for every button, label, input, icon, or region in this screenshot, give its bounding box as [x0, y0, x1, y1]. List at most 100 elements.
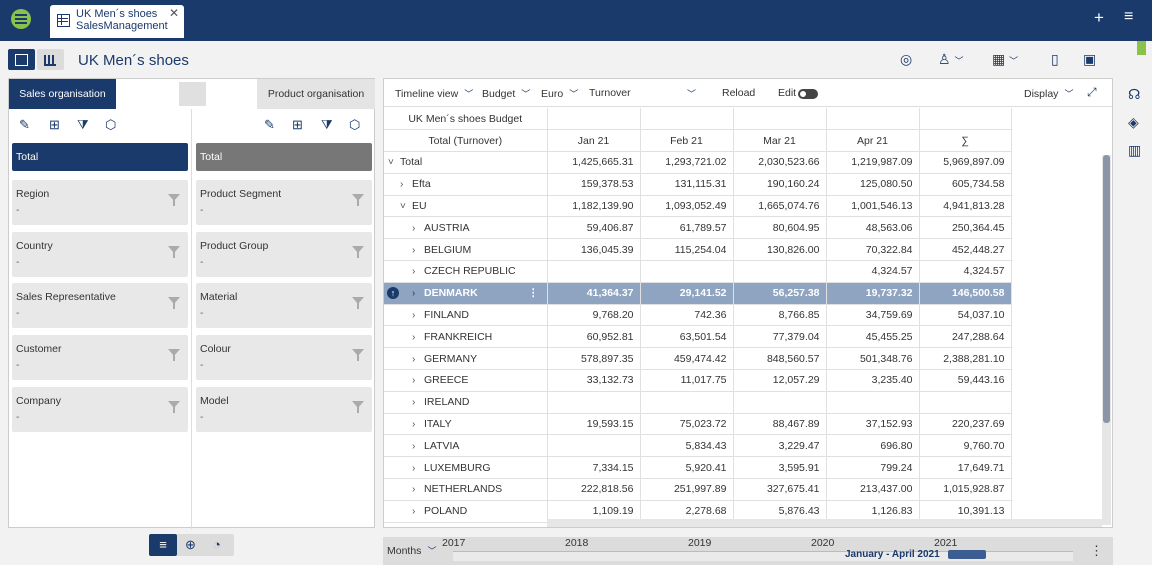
expand-chevron-icon[interactable]: › — [412, 245, 424, 256]
table-cell[interactable]: 70,322.84 — [826, 238, 920, 262]
row-label[interactable]: › FINLAND — [384, 304, 548, 327]
table-cell[interactable]: 54,037.10 — [919, 304, 1012, 327]
timeline-year-label[interactable]: 2018 — [565, 537, 588, 549]
table-cell[interactable]: 159,378.53 — [547, 173, 641, 196]
dimension-filter-box[interactable]: Region - — [12, 180, 188, 225]
grid-icon[interactable] — [179, 82, 206, 106]
document-tab[interactable]: UK Men´s shoes SalesManagement ✕ — [50, 5, 184, 38]
table-cell[interactable] — [733, 260, 827, 283]
table-cell[interactable]: 125,080.50 — [826, 173, 920, 196]
vertical-scrollbar[interactable] — [1102, 155, 1111, 525]
expand-chevron-icon[interactable]: ˅ — [400, 201, 412, 212]
expand-chevron-icon[interactable]: › — [412, 397, 424, 408]
list-view-button[interactable]: ≡ — [149, 534, 177, 556]
table-cell[interactable]: 59,406.87 — [547, 216, 641, 240]
table-cell[interactable]: 3,595.91 — [733, 456, 827, 480]
cube-icon[interactable]: ⬡ — [349, 117, 360, 133]
column-header[interactable]: Mar 21 — [733, 129, 827, 153]
expand-chevron-icon[interactable]: ˅ — [388, 157, 400, 168]
horizontal-scrollbar[interactable] — [547, 519, 1102, 527]
fullscreen-icon[interactable]: ⤢ — [1087, 85, 1097, 100]
measure-dropdown[interactable]: Turnover ﹀ — [589, 87, 696, 99]
table-view-button[interactable] — [8, 49, 35, 70]
table-row[interactable]: ˅ Total 1,425,665.31 1,293,721.02 2,030,523.… — [384, 151, 1012, 174]
dimension-filter-box[interactable]: Model - — [196, 386, 372, 432]
table-cell[interactable]: 131,115.31 — [640, 173, 734, 196]
table-cell[interactable]: 60,952.81 — [547, 325, 641, 349]
chart-view-icon[interactable]: ◔ — [213, 537, 221, 552]
table-cell[interactable]: 75,023.72 — [640, 413, 734, 436]
filter-icon[interactable]: ⧩ — [77, 117, 89, 133]
table-cell[interactable]: 1,182,139.90 — [547, 195, 641, 218]
filter-icon[interactable] — [168, 349, 180, 362]
table-cell[interactable]: 247,288.64 — [919, 325, 1012, 349]
table-cell[interactable]: 251,997.89 — [640, 478, 734, 501]
table-cell[interactable]: 501,348.76 — [826, 347, 920, 371]
expand-chevron-icon[interactable]: › — [400, 179, 412, 190]
table-row[interactable]: › FINLAND 9,768.20 742.36 8,766.85 34,759.69 5… — [384, 304, 1012, 327]
table-cell[interactable] — [640, 260, 734, 283]
filter-icon[interactable] — [168, 245, 180, 258]
user-icon[interactable]: ♙ ﹀ — [938, 51, 963, 68]
row-label[interactable]: › FRANKREICH — [384, 325, 548, 349]
table-row[interactable]: › BELGIUM 136,045.39 115,254.04 130,826.00 70… — [384, 238, 1012, 262]
row-label[interactable]: ↑ › DENMARK ⋮ — [384, 282, 548, 305]
table-cell[interactable]: 130,826.00 — [733, 238, 827, 262]
table-cell[interactable]: 220,237.69 — [919, 413, 1012, 436]
table-cell[interactable]: 56,257.38 — [733, 282, 827, 305]
layers-icon[interactable]: ◈ — [1128, 114, 1139, 131]
table-cell[interactable]: 48,563.06 — [826, 216, 920, 240]
expand-chevron-icon[interactable]: › — [412, 506, 424, 517]
chart-view-button[interactable] — [37, 49, 64, 70]
hierarchy-icon[interactable]: ⊞ — [49, 117, 60, 133]
table-cell[interactable] — [547, 434, 641, 458]
table-cell[interactable]: 1,425,665.31 — [547, 151, 641, 174]
bookmark-icon[interactable] — [1137, 41, 1146, 55]
table-row[interactable]: › FRANKREICH 60,952.81 63,501.54 77,379.04 45… — [384, 325, 1012, 349]
table-row[interactable]: › GERMANY 578,897.35 459,474.42 848,560.57 50… — [384, 347, 1012, 371]
expand-chevron-icon[interactable]: › — [412, 223, 424, 234]
expand-chevron-icon[interactable]: › — [412, 266, 424, 277]
table-cell[interactable]: 4,324.57 — [826, 260, 920, 283]
dimension-filter-box[interactable]: Country - — [12, 231, 188, 277]
column-header[interactable]: Apr 21 — [826, 129, 920, 153]
column-header[interactable]: Feb 21 — [640, 129, 734, 153]
expand-chevron-icon[interactable]: › — [412, 484, 424, 495]
table-cell[interactable]: 12,057.29 — [733, 369, 827, 392]
table-cell[interactable] — [919, 391, 1012, 414]
table-cell[interactable]: 696.80 — [826, 434, 920, 458]
row-label[interactable]: › NETHERLANDS — [384, 478, 548, 501]
filter-icon[interactable] — [168, 194, 180, 206]
edit-icon[interactable]: ✎ — [264, 117, 275, 133]
column-header[interactable]: Jan 21 — [547, 129, 641, 153]
table-cell[interactable]: 8,766.85 — [733, 304, 827, 327]
dimension-filter-box[interactable]: Company - — [12, 386, 188, 432]
filter-icon[interactable] — [352, 400, 364, 413]
table-cell[interactable] — [547, 391, 641, 414]
table-cell[interactable]: 61,789.57 — [640, 216, 734, 240]
table-cell[interactable]: 88,467.89 — [733, 413, 827, 436]
table-cell[interactable]: 19,737.32 — [826, 282, 920, 305]
table-row[interactable]: › LATVIA 5,834.43 3,229.47 696.80 9,760.70 — [384, 434, 1012, 458]
filter-icon[interactable] — [352, 245, 364, 258]
table-cell[interactable]: 17,649.71 — [919, 456, 1012, 480]
row-label[interactable]: › POLAND — [384, 500, 548, 523]
dimension-filter-box[interactable]: Customer - — [12, 335, 188, 381]
table-cell[interactable] — [826, 391, 920, 414]
add-tab-button[interactable]: + — [1094, 8, 1104, 28]
table-cell[interactable]: 452,448.27 — [919, 238, 1012, 262]
table-cell[interactable] — [733, 391, 827, 414]
table-cell[interactable]: 4,941,813.28 — [919, 195, 1012, 218]
table-cell[interactable]: 33,132.73 — [547, 369, 641, 392]
excel-icon[interactable]: ▦ ﹀ — [992, 51, 1018, 68]
tab-product-organisation[interactable]: Product organisation — [257, 79, 375, 109]
column-header[interactable]: ∑ — [919, 129, 1012, 153]
table-cell[interactable]: 11,017.75 — [640, 369, 734, 392]
table-cell[interactable]: 1,001,546.13 — [826, 195, 920, 218]
row-marker-icon[interactable]: ↑ — [387, 286, 399, 299]
table-cell[interactable]: 1,219,987.09 — [826, 151, 920, 174]
table-cell[interactable]: 327,675.41 — [733, 478, 827, 501]
expand-chevron-icon[interactable]: › — [412, 288, 424, 299]
timeline-year-label[interactable]: 2019 — [688, 537, 711, 549]
table-cell[interactable]: 4,324.57 — [919, 260, 1012, 283]
